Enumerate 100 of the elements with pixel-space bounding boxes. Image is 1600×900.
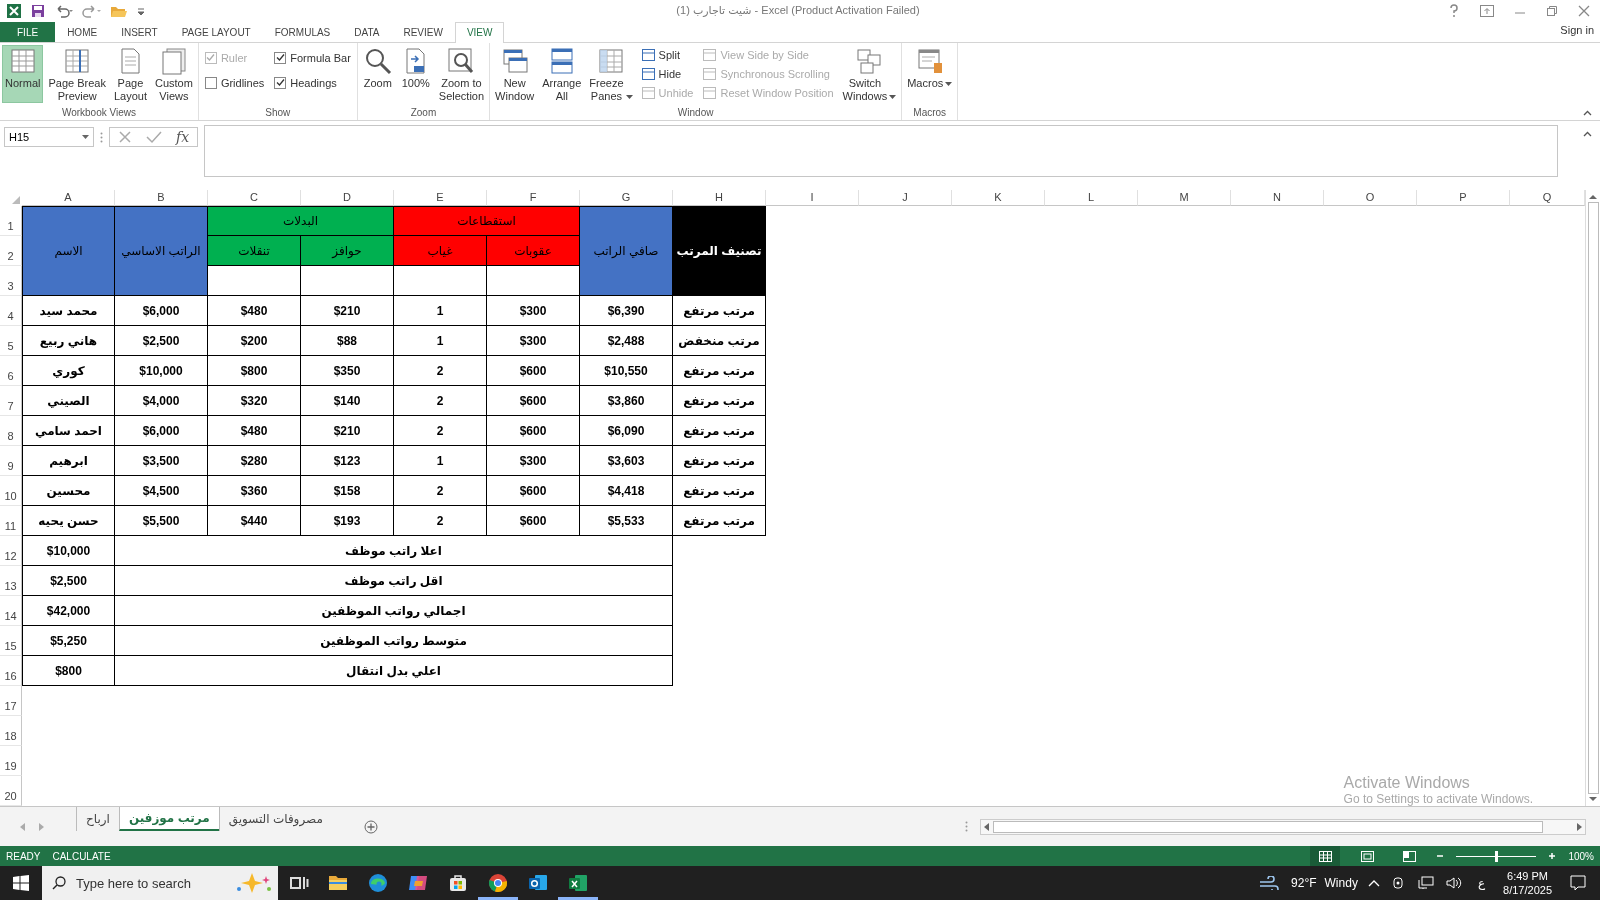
scroll-right-icon[interactable] <box>1576 822 1582 831</box>
sheet-tab[interactable]: ارباح <box>76 807 119 832</box>
weather-temperature[interactable]: 92°F <box>1291 876 1317 890</box>
column-header[interactable]: A <box>22 190 115 207</box>
formula-input[interactable] <box>204 124 1559 177</box>
row-header[interactable]: 16 <box>0 656 22 687</box>
ribbon-button[interactable]: Arrange All <box>539 44 585 103</box>
ribbon-button[interactable]: New Window <box>492 44 538 103</box>
check-icon[interactable] <box>146 129 162 144</box>
row-header[interactable]: 12 <box>0 536 22 567</box>
ribbon-button[interactable]: Switch Windows <box>839 44 900 103</box>
row-header[interactable]: 4 <box>0 296 22 327</box>
column-header[interactable]: P <box>1417 190 1510 207</box>
row-header[interactable]: 15 <box>0 626 22 657</box>
scrollbar-thumb[interactable] <box>993 820 1543 833</box>
row-header[interactable]: 18 <box>0 716 22 747</box>
network-icon[interactable] <box>1417 876 1434 890</box>
row-header[interactable]: 14 <box>0 596 22 627</box>
row-header[interactable]: 8 <box>0 416 22 447</box>
ribbon-tab[interactable]: DATA <box>342 21 392 42</box>
input-language[interactable]: ع <box>1477 876 1486 890</box>
collapse-ribbon-icon[interactable] <box>1583 109 1592 116</box>
ribbon-button[interactable]: Zoom <box>359 44 396 103</box>
ribbon-button[interactable]: Split <box>641 47 694 62</box>
restore-icon[interactable] <box>1546 4 1558 17</box>
ribbon-button[interactable]: Normal <box>2 44 44 103</box>
scrollbar-thumb[interactable] <box>1587 202 1599 795</box>
volume-icon[interactable] <box>1445 876 1462 890</box>
ribbon-tab[interactable]: INSERT <box>109 21 170 42</box>
view-button[interactable] <box>1310 846 1341 866</box>
ribbon-tab[interactable]: PAGE LAYOUT <box>169 21 263 42</box>
save-icon[interactable] <box>30 2 46 19</box>
file-tab[interactable]: FILE <box>0 21 56 42</box>
column-header[interactable]: G <box>580 190 673 207</box>
column-header[interactable]: I <box>766 190 859 207</box>
column-header[interactable]: O <box>1324 190 1417 207</box>
collapse-formula-bar-icon[interactable] <box>1583 130 1592 137</box>
add-sheet-icon[interactable] <box>363 819 378 834</box>
column-header[interactable]: F <box>487 190 580 207</box>
column-header[interactable]: N <box>1231 190 1324 207</box>
clock-time[interactable]: 6:49 PM <box>1507 869 1548 883</box>
vertical-scrollbar[interactable] <box>1585 190 1600 807</box>
column-header[interactable]: B <box>115 190 208 207</box>
ribbon-button[interactable]: Page Break Preview <box>45 44 109 103</box>
zoom-out-icon[interactable] <box>1436 852 1445 860</box>
ribbon-button[interactable]: Zoom to Selection <box>435 44 488 103</box>
chevron-up-icon[interactable] <box>1367 879 1380 887</box>
ribbon-button[interactable]: 100% <box>397 44 434 103</box>
windows-start-icon[interactable] <box>13 875 29 891</box>
help-icon[interactable] <box>1448 3 1460 18</box>
zoom-in-icon[interactable] <box>1548 852 1557 860</box>
column-header[interactable]: J <box>859 190 952 207</box>
sign-in-link[interactable]: Sign in <box>1554 23 1600 42</box>
row-header[interactable]: 10 <box>0 476 22 507</box>
row-header[interactable]: 9 <box>0 446 22 477</box>
checkbox[interactable] <box>274 51 287 64</box>
row-header[interactable]: 17 <box>0 686 22 717</box>
column-header[interactable]: Q <box>1510 190 1585 207</box>
ribbon-tab[interactable]: FORMULAS <box>262 21 343 42</box>
camera-icon[interactable] <box>1391 876 1406 890</box>
checkbox[interactable] <box>274 76 287 89</box>
ribbon-button[interactable]: Page Layout <box>110 44 150 103</box>
horizontal-scrollbar[interactable] <box>980 818 1586 835</box>
sheet-tab[interactable]: مرتب موزفين <box>118 807 219 832</box>
column-header[interactable]: M <box>1138 190 1231 207</box>
taskbar-search-field[interactable]: Type here to search <box>42 866 278 900</box>
column-header[interactable]: C <box>208 190 301 207</box>
clock-date[interactable]: 8/17/2025 <box>1503 883 1552 897</box>
ribbon-button[interactable]: Freeze Panes <box>586 44 636 103</box>
row-header[interactable]: 11 <box>0 506 22 537</box>
ribbon-tab[interactable]: HOME <box>55 21 110 42</box>
table-cell: $88 <box>301 326 394 357</box>
ribbon-tab[interactable]: VIEW <box>454 21 505 43</box>
ribbon-display-icon[interactable] <box>1480 4 1494 17</box>
caret-icon[interactable] <box>82 134 89 139</box>
ribbon-button[interactable]: Macros <box>904 44 956 103</box>
weather-condition[interactable]: Windy <box>1324 876 1358 890</box>
column-header[interactable]: H <box>673 190 766 207</box>
redo-icon[interactable] <box>82 2 102 19</box>
row-header[interactable]: 19 <box>0 746 22 777</box>
column-header[interactable]: K <box>952 190 1045 207</box>
scroll-left-icon[interactable] <box>984 822 990 831</box>
checkbox[interactable] <box>204 76 217 89</box>
weather-icon[interactable] <box>1259 876 1282 890</box>
zoom-level[interactable]: 100% <box>1568 850 1600 862</box>
insert-function-button[interactable]: fx <box>176 128 190 145</box>
ribbon-button[interactable]: Hide <box>641 66 694 81</box>
column-header[interactable]: E <box>394 190 487 207</box>
undo-icon[interactable] <box>54 2 74 19</box>
row-header[interactable]: 6 <box>0 356 22 387</box>
ribbon-tab[interactable]: REVIEW <box>391 21 455 42</box>
column-header[interactable]: L <box>1045 190 1138 207</box>
name-box[interactable]: H15 <box>4 126 94 147</box>
row-header[interactable]: 13 <box>0 566 22 597</box>
ribbon-button[interactable]: Custom Views <box>151 44 196 103</box>
close-icon[interactable] <box>1578 4 1590 17</box>
row-header[interactable]: 7 <box>0 386 22 417</box>
notification-icon[interactable] <box>1570 875 1586 891</box>
column-header[interactable]: D <box>301 190 394 207</box>
row-header[interactable]: 5 <box>0 326 22 357</box>
